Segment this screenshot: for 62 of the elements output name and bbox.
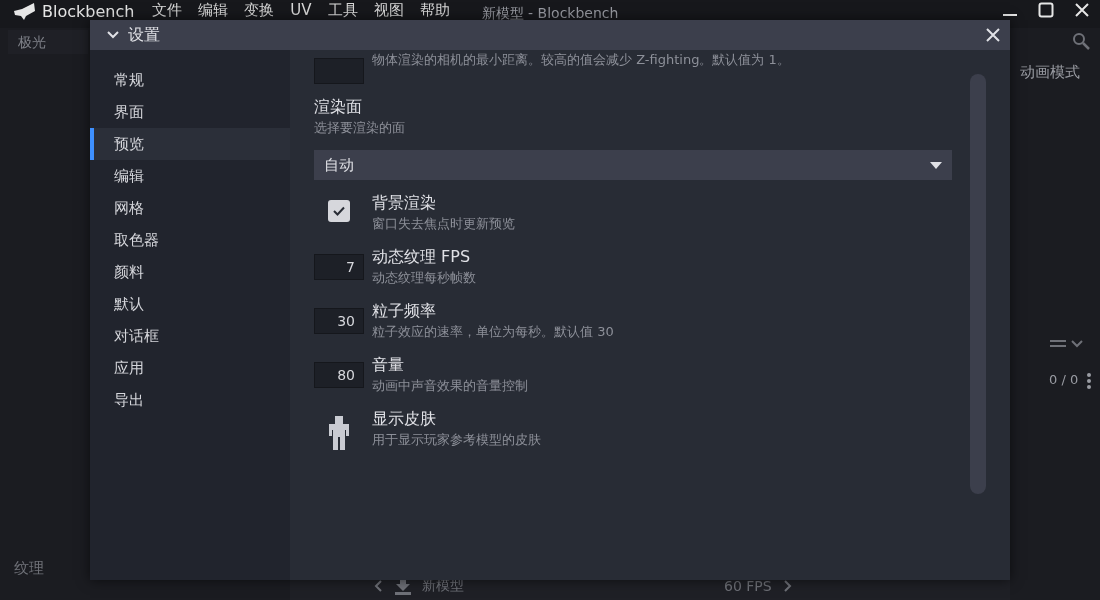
maximize-icon <box>1038 2 1054 18</box>
search-icon[interactable] <box>1072 32 1090 50</box>
setting-description: 选择要渲染的面 <box>314 119 405 137</box>
check-icon <box>333 206 345 216</box>
setting-description: 窗口失去焦点时更新预览 <box>372 215 515 233</box>
settings-category[interactable]: 界面 <box>90 96 290 128</box>
chevron-right-icon[interactable] <box>781 579 792 593</box>
setting-description: 粒子效应的速率，单位为每秒。默认值 30 <box>372 323 614 341</box>
number-field[interactable]: 30 <box>314 308 364 334</box>
settings-category[interactable]: 导出 <box>90 384 290 416</box>
render-face-dropdown[interactable]: 自动 <box>314 150 952 180</box>
project-tab[interactable]: 极光 <box>8 30 88 54</box>
close-icon <box>986 28 1000 42</box>
setting-title: 音量 <box>372 354 405 376</box>
setting-title: 渲染面 <box>314 96 363 118</box>
setting-description: 动画中声音效果的音量控制 <box>372 377 528 395</box>
mode-tab[interactable]: 动画模式 <box>1020 63 1080 82</box>
close-button[interactable] <box>986 28 1000 42</box>
menu-item[interactable]: 帮助 <box>411 2 458 19</box>
app-name: Blockbench <box>42 2 135 21</box>
panel-title: 纹理 <box>14 559 44 578</box>
dialog-title: 设置 <box>128 24 161 46</box>
settings-category[interactable]: 对话框 <box>90 320 290 352</box>
fps-reading: 60 FPS <box>724 578 772 594</box>
number-field[interactable]: 80 <box>314 362 364 388</box>
menu-item[interactable]: 文件 <box>144 2 191 19</box>
setting-title: 显示皮肤 <box>372 408 437 430</box>
settings-category[interactable]: 默认 <box>90 288 290 320</box>
number-field[interactable]: 7 <box>314 254 364 280</box>
equals-icon[interactable] <box>1050 338 1066 350</box>
setting-title: 动态纹理 FPS <box>372 246 472 268</box>
menu-item[interactable]: 工具 <box>319 2 366 19</box>
settings-category[interactable]: 应用 <box>90 352 290 384</box>
scrollbar[interactable] <box>970 74 986 494</box>
minimize-icon <box>1003 14 1017 16</box>
settings-category[interactable]: 编辑 <box>90 160 290 192</box>
close-icon <box>1075 3 1089 17</box>
person-icon[interactable] <box>329 416 349 450</box>
logo-icon <box>12 2 36 21</box>
settings-category[interactable]: 网格 <box>90 192 290 224</box>
kebab-icon[interactable] <box>1086 373 1092 389</box>
setting-description: 物体渲染的相机的最小距离。较高的值会减少 Z-fighting。默认值为 1。 <box>372 51 790 69</box>
chevron-down-icon[interactable] <box>106 30 120 40</box>
checkbox[interactable] <box>328 200 350 222</box>
window-title: 新模型 - Blockbench <box>481 5 619 21</box>
setting-title: 背景渲染 <box>372 192 437 214</box>
chevron-down-icon[interactable] <box>1070 338 1084 350</box>
settings-category[interactable]: 颜料 <box>90 256 290 288</box>
menu-item[interactable]: 视图 <box>365 2 412 19</box>
counter: 0 / 0 <box>1049 372 1079 387</box>
menu-item[interactable]: 编辑 <box>190 2 237 19</box>
menu-item[interactable]: UV <box>282 2 320 19</box>
settings-category[interactable]: 取色器 <box>90 224 290 256</box>
settings-category[interactable]: 常规 <box>90 64 290 96</box>
setting-title: 粒子频率 <box>372 300 437 322</box>
setting-description: 用于显示玩家参考模型的皮肤 <box>372 431 541 449</box>
menu-item[interactable]: 变换 <box>236 2 283 19</box>
setting-description: 动态纹理每秒帧数 <box>372 269 476 287</box>
settings-category[interactable]: 预览 <box>90 128 290 160</box>
chevron-left-icon[interactable] <box>374 579 384 593</box>
number-field[interactable] <box>314 58 364 84</box>
dropdown-caret-icon <box>930 161 942 169</box>
